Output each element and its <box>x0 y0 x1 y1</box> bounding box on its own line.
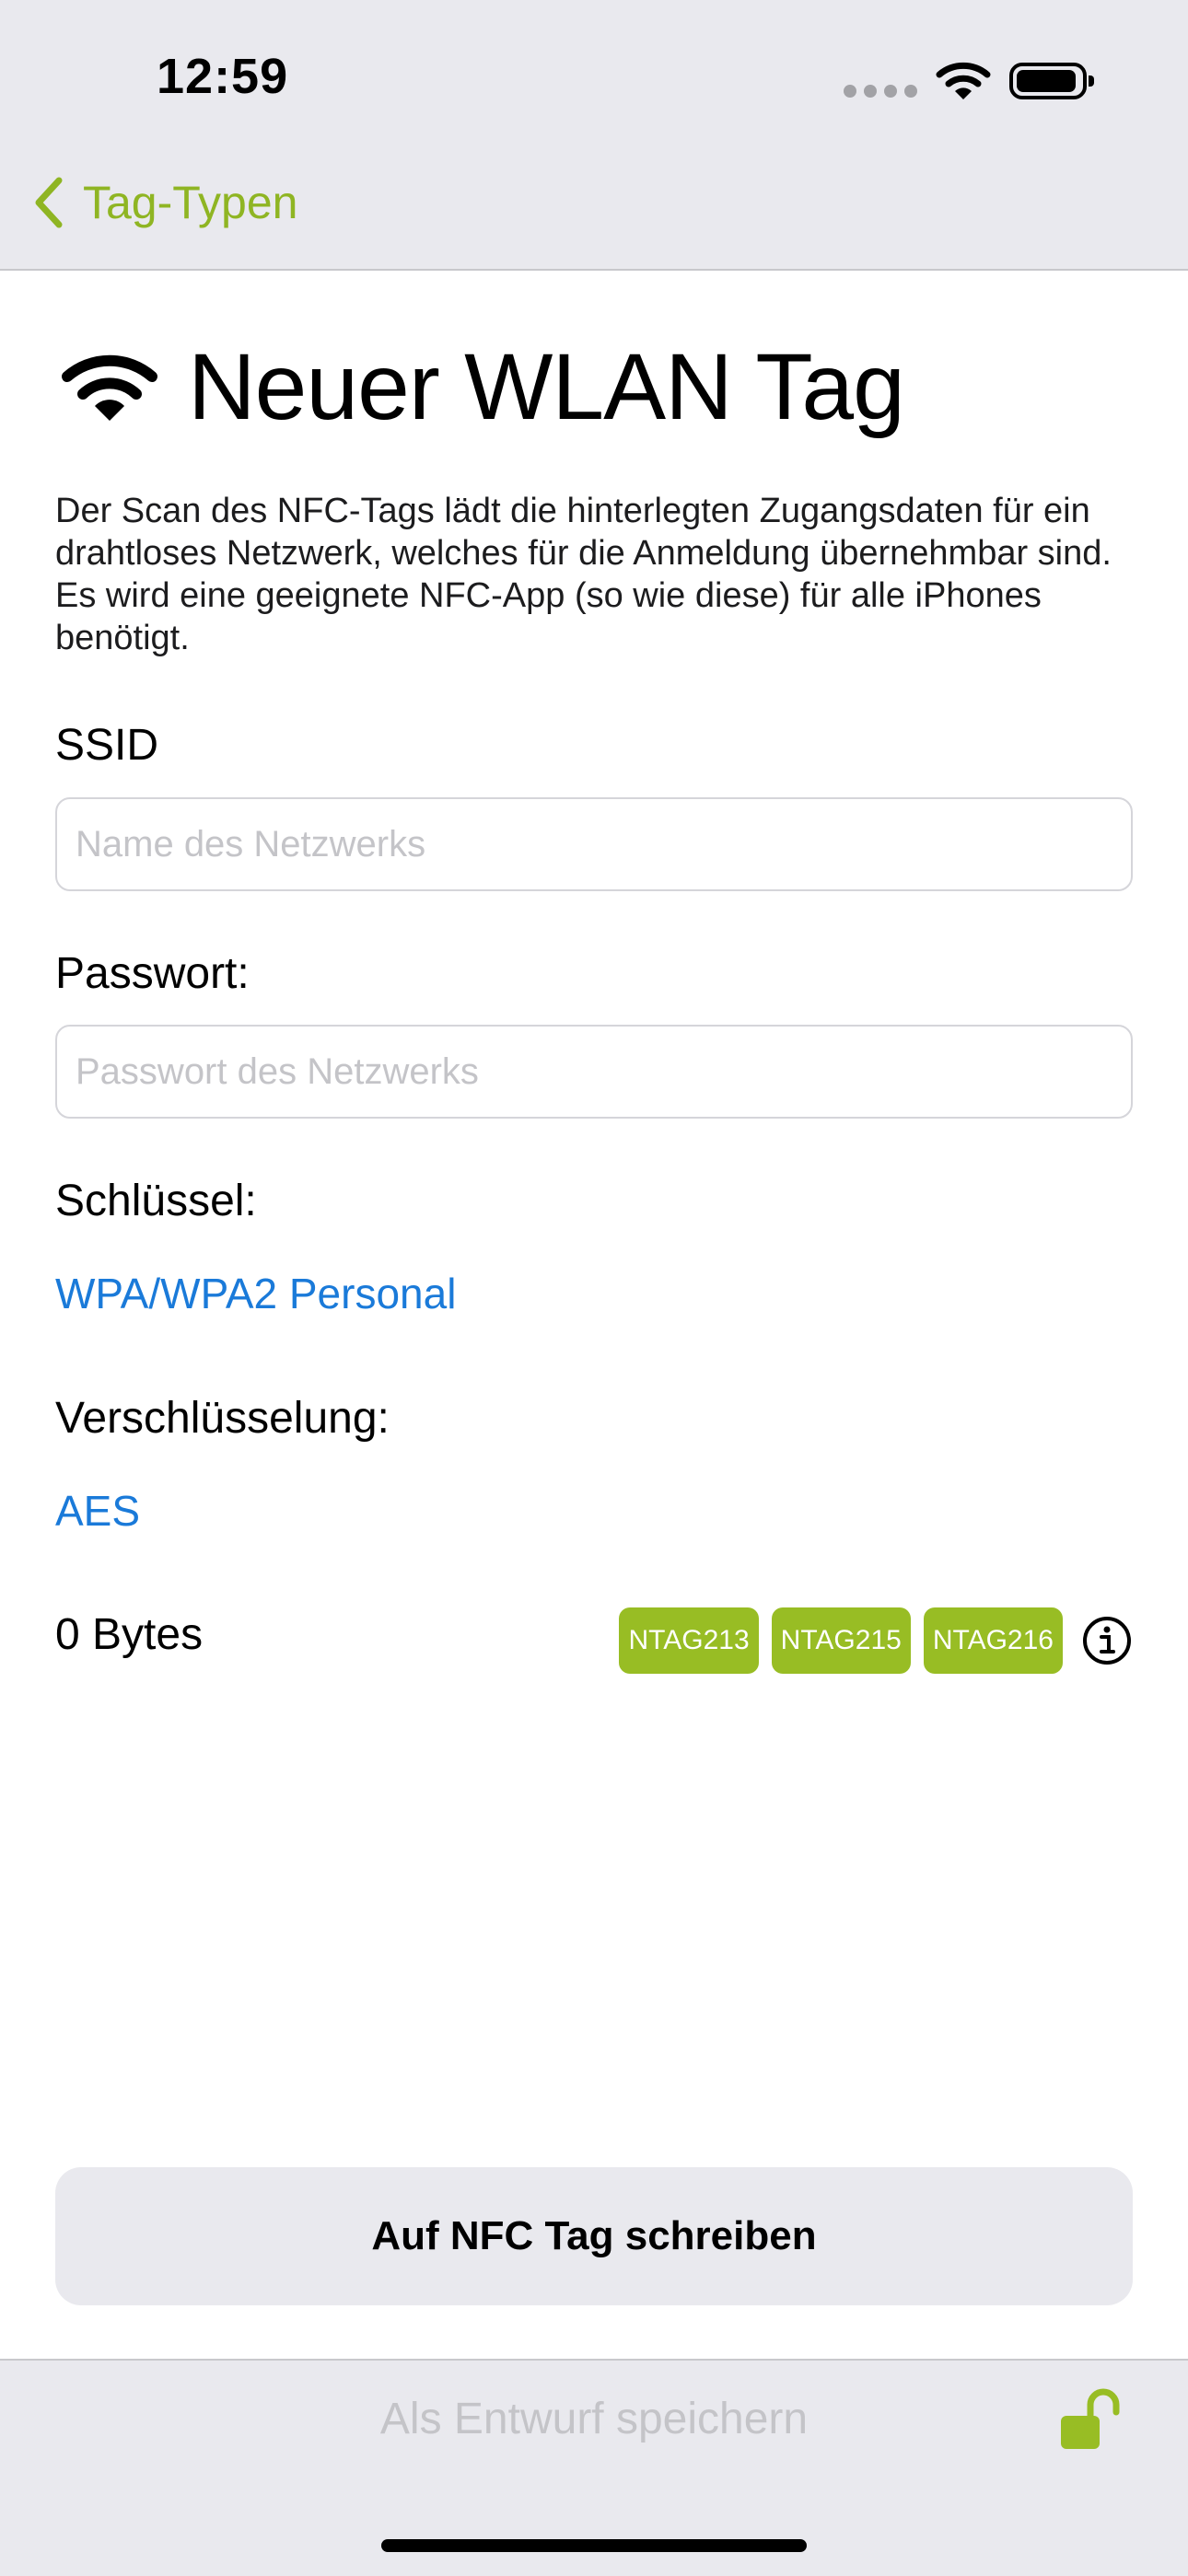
password-label: Passwort: <box>55 949 250 998</box>
status-icons <box>844 53 1094 109</box>
badge-ntag216: NTAG216 <box>923 1607 1063 1674</box>
encryption-label: Verschlüsselung: <box>55 1394 390 1443</box>
ssid-label: SSID <box>55 721 159 770</box>
key-label: Schlüssel: <box>55 1177 257 1225</box>
home-indicator <box>381 2539 807 2552</box>
password-input[interactable] <box>55 1025 1133 1119</box>
cellular-signal-icon <box>844 85 917 98</box>
chevron-left-icon <box>35 177 63 228</box>
top-bar: 12:59 Tag-Typen <box>0 0 1188 271</box>
badge-ntag215: NTAG215 <box>771 1607 911 1674</box>
save-draft-button[interactable]: Als Entwurf speichern <box>0 2394 1188 2444</box>
wifi-icon <box>936 62 991 99</box>
back-button-label: Tag-Typen <box>83 177 298 228</box>
ssid-input[interactable] <box>55 797 1133 891</box>
info-icon[interactable] <box>1081 1615 1133 1666</box>
status-time: 12:59 <box>157 49 289 104</box>
write-nfc-button[interactable]: Auf NFC Tag schreiben <box>55 2167 1133 2305</box>
back-button[interactable]: Tag-Typen <box>31 175 297 230</box>
byte-count: 0 Bytes <box>55 1610 204 1659</box>
description-text: Der Scan des NFC-Tags lädt die hinterleg… <box>55 492 1112 657</box>
title-row: Neuer WLAN Tag <box>61 333 905 441</box>
badge-ntag213: NTAG213 <box>619 1607 759 1674</box>
wifi-icon <box>62 354 157 421</box>
tag-type-badges: NTAG213 NTAG215 NTAG216 <box>619 1607 1133 1674</box>
battery-icon <box>1009 63 1094 99</box>
encryption-picker[interactable]: AES <box>55 1486 140 1536</box>
unlocked-lock-icon[interactable] <box>1057 2388 1127 2453</box>
key-picker[interactable]: WPA/WPA2 Personal <box>55 1269 456 1318</box>
page-title: Neuer WLAN Tag <box>188 334 905 439</box>
